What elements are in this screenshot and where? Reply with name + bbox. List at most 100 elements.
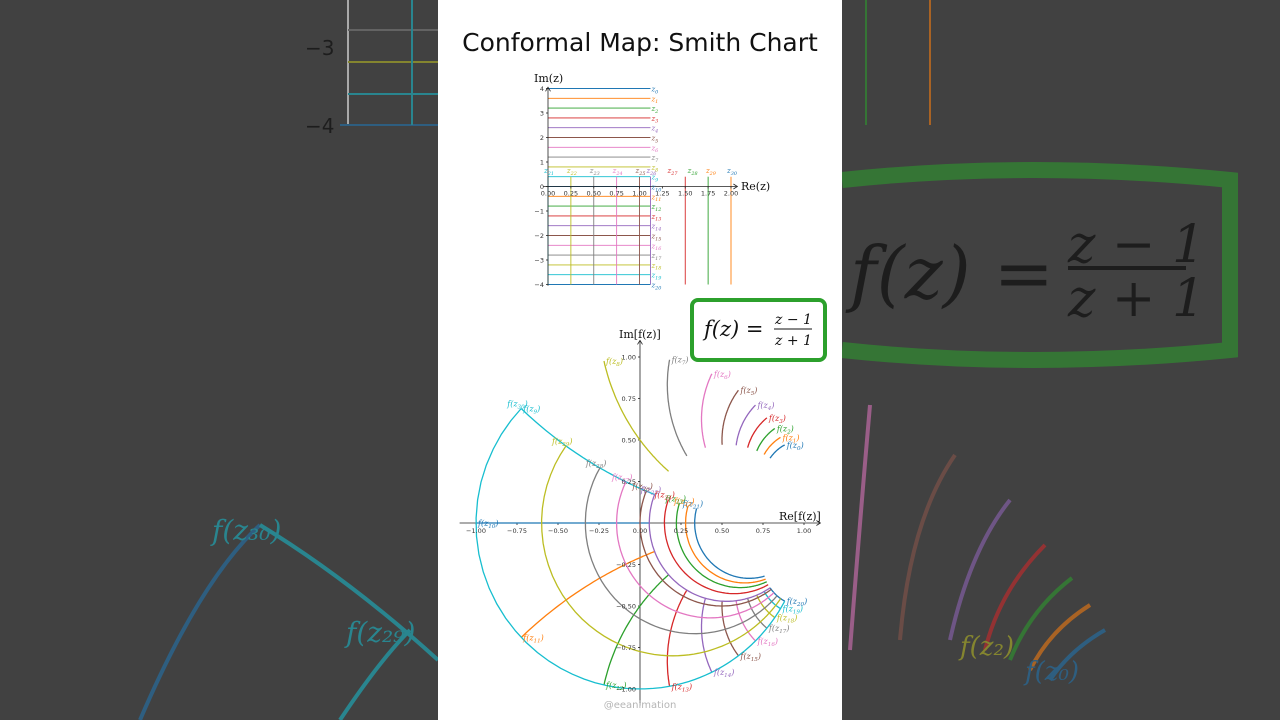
w-ylabel: Im[f(z)] bbox=[619, 328, 661, 341]
w-curve-label-27: f(z27) bbox=[611, 473, 633, 484]
w-xtick-label-8: 1.00 bbox=[797, 527, 811, 535]
formula-denominator: z + 1 bbox=[774, 333, 812, 349]
z-ytick-label-5: −1 bbox=[534, 208, 544, 216]
video-frame: Conformal Map: Smith Chart 0.00 0.25 0.50 0… bbox=[438, 0, 842, 720]
w-ytick-label-7: −0.75 bbox=[616, 644, 636, 652]
w-curve-label-16: f(z16) bbox=[756, 637, 778, 648]
w-curve-4 bbox=[735, 404, 756, 446]
w-ytick-label-0: 1.00 bbox=[622, 354, 636, 362]
z-ytick-label-2: 2 bbox=[540, 134, 544, 142]
w-curve-13 bbox=[666, 589, 688, 687]
z-tick-labels: 0.00 0.25 0.50 0.75 1.00 1.25 1.50 1.75 2.004321… bbox=[534, 85, 738, 289]
z-ytick-label-8: −4 bbox=[534, 281, 544, 289]
z-xtick-label-6: 1.50 bbox=[678, 190, 692, 198]
z-vline-label-8: z22 bbox=[566, 167, 577, 177]
z-hline-label-12: z12 bbox=[650, 203, 661, 213]
w-curve-label-28: f(z28) bbox=[585, 459, 607, 470]
w-xtick-label-7: 0.75 bbox=[756, 527, 770, 535]
w-curve-26 bbox=[639, 490, 772, 607]
z-ytick-label-4: 0 bbox=[540, 183, 544, 191]
w-curve-12 bbox=[603, 574, 670, 686]
w-ytick-label-6: −0.50 bbox=[616, 603, 636, 611]
z-hline-label-4: z4 bbox=[650, 125, 658, 135]
w-curve-0 bbox=[769, 444, 786, 459]
w-curve-label-29: f(z29) bbox=[551, 437, 573, 448]
w-curve-2 bbox=[756, 427, 776, 452]
z-hline-label-6: z6 bbox=[650, 144, 658, 154]
z-ylabel: Im(z) bbox=[534, 72, 563, 85]
z-hline-label-0: z0 bbox=[650, 86, 658, 96]
z-xtick-label-3: 0.75 bbox=[609, 190, 623, 198]
z-xtick-label-1: 0.25 bbox=[564, 190, 578, 198]
svg-text:f(z₂₉): f(z₂₉) bbox=[344, 616, 415, 649]
z-hline-label-18: z18 bbox=[650, 262, 661, 272]
w-curve-15 bbox=[721, 601, 739, 657]
w-xtick-label-4: 0.00 bbox=[633, 527, 647, 535]
z-vline-label-7: z23 bbox=[589, 167, 600, 177]
z-xtick-label-7: 1.75 bbox=[701, 190, 715, 198]
w-curve-14 bbox=[700, 598, 713, 673]
w-xtick-label-5: 0.25 bbox=[674, 527, 688, 535]
w-ytick-label-1: 0.75 bbox=[622, 395, 636, 403]
w-curve-label-14: f(z14) bbox=[713, 668, 735, 679]
w-xtick-label-1: −0.75 bbox=[507, 527, 527, 535]
w-ytick-label-5: −0.25 bbox=[616, 561, 636, 569]
w-curve-6 bbox=[700, 373, 713, 448]
z-hline-label-2: z2 bbox=[650, 105, 658, 115]
w-xlabel: Re[f(z)] bbox=[779, 510, 821, 523]
watermark: @eeanimation bbox=[603, 700, 677, 711]
z-hline-label-7: z7 bbox=[650, 154, 659, 164]
w-curve-3 bbox=[746, 417, 768, 448]
w-curve-7 bbox=[666, 359, 688, 457]
z-hline-label-1: z1 bbox=[650, 95, 658, 105]
w-curve-5 bbox=[721, 389, 739, 445]
w-xtick-label-2: −0.50 bbox=[548, 527, 568, 535]
w-curve-label-12: f(z12) bbox=[605, 681, 627, 692]
w-curve-8 bbox=[603, 360, 670, 472]
z-ytick-label-3: 1 bbox=[540, 159, 544, 167]
z-hline-label-17: z17 bbox=[650, 252, 662, 262]
z-hline-label-19: z19 bbox=[650, 272, 661, 282]
z-vline-label-2: z28 bbox=[687, 167, 698, 177]
svg-text:−3: −3 bbox=[305, 36, 334, 60]
w-curve-1 bbox=[763, 436, 781, 455]
svg-text:z + 1: z + 1 bbox=[1067, 269, 1205, 329]
z-vline-label-6: z24 bbox=[612, 167, 623, 177]
z-vline-label-9: z21 bbox=[543, 167, 554, 177]
z-xtick-label-4: 1.00 bbox=[632, 190, 646, 198]
z-vline-label-3: z27 bbox=[667, 167, 679, 177]
z-ytick-label-1: 3 bbox=[540, 110, 544, 118]
w-curve-label-15: f(z15) bbox=[739, 652, 761, 663]
w-curve-label-8: f(z8) bbox=[605, 357, 623, 368]
w-curve-label-11: f(z11) bbox=[522, 633, 544, 644]
z-ytick-label-0: 4 bbox=[540, 85, 544, 93]
w-curve-29 bbox=[540, 445, 782, 657]
formula-box: f(z) = z − 1 z + 1 bbox=[690, 298, 827, 362]
w-curve-28 bbox=[584, 467, 778, 635]
w-xtick-label-6: 0.50 bbox=[715, 527, 729, 535]
z-hline-label-20: z20 bbox=[650, 282, 661, 292]
formula-lhs: f(z) = bbox=[702, 317, 764, 341]
plot-canvas: 0.00 0.25 0.50 0.75 1.00 1.25 1.50 1.75 2.004321… bbox=[459, 72, 827, 706]
z-hline-label-16: z16 bbox=[650, 242, 661, 252]
w-xtick-label-0: −1.00 bbox=[466, 527, 486, 535]
z-vline-label-1: z29 bbox=[705, 167, 716, 177]
w-curve-24 bbox=[663, 499, 769, 595]
w-curve-label-3: f(z3) bbox=[768, 414, 786, 425]
svg-text:f(z₃₀): f(z₃₀) bbox=[210, 514, 281, 547]
z-hline-label-10: z10 bbox=[650, 184, 661, 194]
w-curve-label-7: f(z7) bbox=[671, 356, 689, 367]
z-hline-label-5: z5 bbox=[650, 135, 658, 145]
w-xtick-label-3: −0.25 bbox=[589, 527, 609, 535]
z-hline-label-13: z13 bbox=[650, 213, 661, 223]
z-xtick-label-8: 2.00 bbox=[724, 190, 738, 198]
w-curve-label-4: f(z4) bbox=[756, 401, 774, 412]
z-hline-label-14: z14 bbox=[650, 223, 661, 233]
svg-text:f(z) =: f(z) = bbox=[845, 231, 1054, 315]
z-vline-label-5: z25 bbox=[635, 167, 646, 177]
w-curve-label-17: f(z17) bbox=[768, 624, 790, 635]
formula-numerator: z − 1 bbox=[774, 312, 812, 328]
z-vline-label-0: z30 bbox=[726, 167, 737, 177]
w-curve-label-13: f(z13) bbox=[671, 682, 693, 693]
z-plane-plot: 0.00 0.25 0.50 0.75 1.00 1.25 1.50 1.75 2.004321… bbox=[534, 72, 770, 291]
